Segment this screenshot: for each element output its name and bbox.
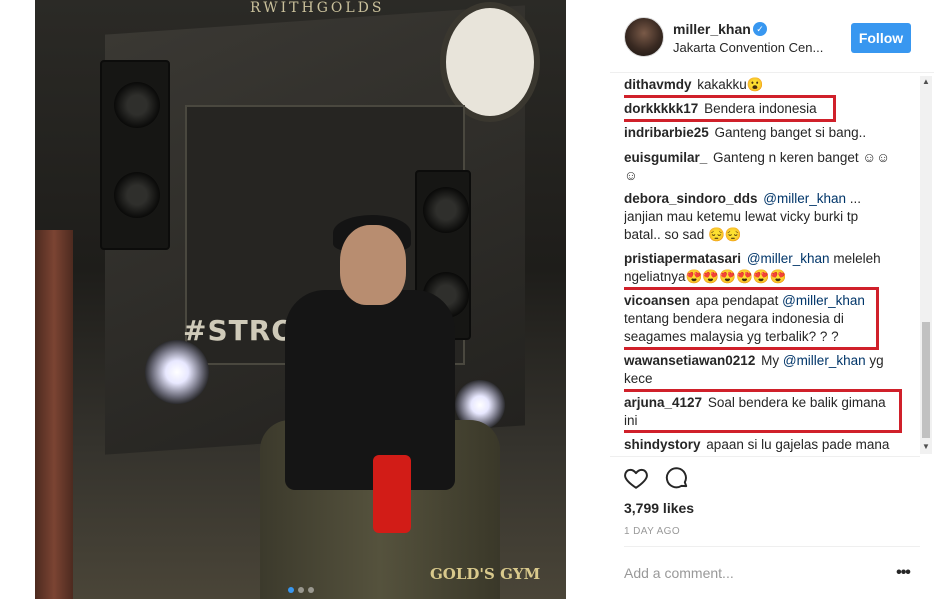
comment-username[interactable]: dithavmdy	[624, 77, 692, 92]
comment-item: euisgumilar_ Ganteng n keren banget ☺☺ ☺	[624, 149, 908, 185]
comment-text-line3: batal.. so sad 😔😔	[624, 227, 742, 242]
divider	[610, 72, 934, 73]
post-header: miller_khan ✓ Jakarta Convention Cen... …	[610, 12, 930, 72]
person-torso	[285, 290, 455, 490]
comment-item: wawansetiawan0212 My @miller_khan yg kec…	[624, 352, 908, 388]
comment-item: debora_sindoro_dds @miller_khan ... janj…	[624, 190, 908, 244]
add-comment-input[interactable]	[624, 562, 874, 584]
carousel-dot-2[interactable]	[297, 587, 304, 593]
comment-text: ...	[849, 191, 862, 206]
divider	[624, 546, 920, 547]
golds-gym-logo	[440, 2, 540, 122]
person-head	[340, 225, 406, 305]
location-link[interactable]: Jakarta Convention Cen...	[673, 40, 823, 55]
carousel-dot-3[interactable]	[307, 587, 314, 593]
likes-count[interactable]: 3,799 likes	[624, 500, 694, 516]
comment-username[interactable]: euisgumilar_	[624, 150, 707, 165]
comment-bubble-icon[interactable]	[664, 465, 690, 491]
highlight-box-comment-9	[624, 389, 902, 433]
comment-text: Ganteng n keren banget ☺☺	[713, 150, 890, 165]
comment-text: Ganteng banget si bang..	[714, 125, 867, 140]
comment-username[interactable]: shindystory	[624, 437, 701, 452]
post-sidebar: miller_khan ✓ Jakarta Convention Cen... …	[610, 0, 934, 599]
comment-text: apaan si lu gajelas pade mana	[706, 437, 890, 452]
comment-item: pristiapermatasari @miller_khan meleleh …	[624, 250, 908, 286]
scroll-up-arrow-icon[interactable]: ▲	[920, 76, 932, 88]
carousel-dots	[35, 580, 566, 598]
scrollbar-thumb[interactable]	[922, 322, 930, 438]
wooden-pillar	[35, 230, 73, 599]
comment-mention[interactable]: @miller_khan	[783, 353, 866, 368]
heart-icon[interactable]	[623, 465, 649, 491]
comment-text-line2: janjian mau ketemu lewat vicky burki tp	[624, 209, 859, 224]
comment-username[interactable]: wawansetiawan0212	[624, 353, 755, 368]
comment-mention[interactable]: @miller_khan	[763, 191, 846, 206]
red-shaker-bottle	[373, 455, 411, 533]
comment-list[interactable]: dithavmdy kakakku😮 dorkkkkk17 Bendera in…	[624, 76, 914, 454]
comment-text: My	[761, 353, 780, 368]
comment-text: kakakku😮	[697, 77, 764, 92]
scroll-down-arrow-icon[interactable]: ▼	[920, 441, 932, 453]
username[interactable]: miller_khan	[673, 21, 751, 37]
comment-mention[interactable]: @miller_khan	[747, 251, 830, 266]
comment-username[interactable]: pristiapermatasari	[624, 251, 741, 266]
verified-badge-icon: ✓	[753, 22, 767, 36]
comment-item: indribarbie25 Ganteng banget si bang..	[624, 124, 908, 142]
stage-light-left	[145, 340, 209, 404]
comment-item: dithavmdy kakakku😮	[624, 76, 908, 94]
highlight-box-comment-7	[624, 287, 879, 350]
comment-text: meleleh	[833, 251, 881, 266]
divider	[610, 456, 920, 457]
follow-button[interactable]: Follow	[851, 23, 911, 53]
post-photo[interactable]: RWITHGOLDS #STRON GOLD'S GYM	[35, 0, 566, 599]
highlight-box-comment-2	[624, 95, 836, 122]
comment-text-line2: ngeliatnya😍😍😍😍😍😍	[624, 269, 787, 284]
speaker-left	[100, 60, 170, 250]
stage-brand-text: RWITHGOLDS	[250, 0, 385, 16]
comment-text-line2: kece	[624, 371, 653, 386]
carousel-dot-1[interactable]	[287, 587, 294, 593]
more-options-icon[interactable]: •••	[893, 562, 913, 584]
post-timestamp[interactable]: 1 DAY AGO	[624, 526, 680, 537]
comment-username[interactable]: debora_sindoro_dds	[624, 191, 758, 206]
comment-item: shindystory apaan si lu gajelas pade man…	[624, 436, 908, 454]
avatar[interactable]	[624, 17, 664, 57]
comment-text-after: yg	[869, 353, 884, 368]
comment-text-line2: ☺	[624, 168, 638, 183]
comment-username[interactable]: indribarbie25	[624, 125, 709, 140]
